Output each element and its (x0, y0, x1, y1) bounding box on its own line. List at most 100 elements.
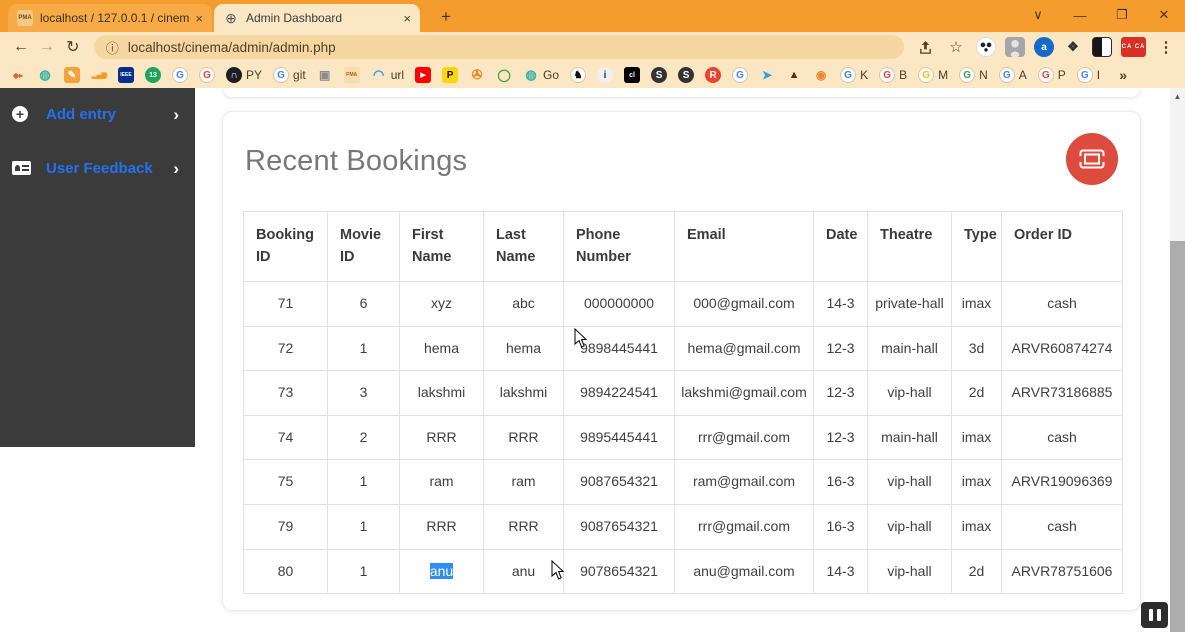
bookmark-badge-13[interactable]: 13 (145, 67, 161, 83)
table-cell: 14-3 (814, 549, 868, 594)
panda-extension-icon[interactable] (976, 37, 996, 57)
id-card-icon (12, 161, 34, 175)
table-body: 716xyzabc000000000000@gmail.com14-3priva… (244, 281, 1123, 593)
tab-close-icon[interactable]: × (195, 11, 203, 26)
bookmark-google[interactable]: GB (879, 67, 907, 83)
bookmark-label: I (1097, 68, 1100, 82)
bookmark-google[interactable]: GN (959, 67, 988, 83)
sidebar-item-add-entry[interactable]: + Add entry › (0, 94, 195, 134)
bookmark-shapes[interactable]: ◆▸ (10, 67, 26, 83)
bookmark-swoosh[interactable]: ◠url (371, 67, 404, 83)
bookmark-duck[interactable]: ♞ (570, 67, 586, 83)
maximize-button[interactable]: ❐ (1101, 0, 1143, 30)
table-cell: RRR (484, 504, 564, 549)
table-cell: RRR (400, 504, 484, 549)
bookmark-google[interactable]: GM (918, 67, 948, 83)
back-button[interactable]: ← (8, 34, 34, 60)
table-cell: 1 (328, 460, 400, 505)
bookmark-cl[interactable]: cl (624, 67, 640, 83)
table-row: 716xyzabc000000000000@gmail.com14-3priva… (244, 281, 1123, 326)
bookmark-r-badge[interactable]: R (705, 67, 721, 83)
plus-circle-icon: + (12, 106, 34, 122)
bookmark-compose[interactable]: ✎ (64, 67, 80, 83)
sidebar-item-user-feedback[interactable]: User Feedback › (0, 148, 195, 188)
bookmark-github[interactable]: ∩PY (226, 67, 262, 83)
avatar-extension-icon[interactable] (1005, 37, 1025, 57)
table-cell: main-hall (868, 326, 952, 371)
bookmark-s-badge[interactable]: S (678, 67, 694, 83)
bookmark-google[interactable]: Ggit (273, 67, 306, 83)
table-cell: 9087654321 (564, 460, 675, 505)
minimize-button[interactable]: — (1059, 0, 1101, 30)
page-title: Recent Bookings (245, 145, 1120, 178)
bookmark-flame[interactable]: ▲ (786, 67, 802, 83)
a-circle-extension-icon[interactable]: a (1034, 37, 1054, 57)
bookmark-swirl[interactable]: ◍Go (523, 67, 559, 83)
bookmark-pma[interactable]: PMA (344, 67, 360, 83)
bookmark-figure[interactable]: i (597, 67, 613, 83)
column-header: Last Name (484, 212, 564, 282)
scrollbar-track[interactable]: ▲ (1170, 88, 1185, 632)
table-cell: vip-hall (868, 460, 952, 505)
bookmark-ring[interactable]: ◯ (496, 67, 512, 83)
google-icon: G (273, 67, 289, 83)
tab-search-chevron-icon[interactable]: ∨ (1017, 0, 1059, 30)
pause-indicator[interactable] (1141, 602, 1168, 628)
close-button[interactable]: ✕ (1143, 0, 1185, 30)
browser-menu-icon[interactable]: ⋮ (1155, 36, 1177, 58)
tab-close-icon[interactable]: × (403, 11, 411, 26)
bookmark-telegram[interactable]: ➤ (759, 67, 775, 83)
bookmark-google[interactable]: GI (1077, 67, 1100, 83)
table-row: 721hemahema9898445441hema@gmail.com12-3m… (244, 326, 1123, 371)
table-cell: 3 (328, 371, 400, 416)
tab-phpmyadmin[interactable]: PMA localhost / 127.0.0.1 / cinema_db × (8, 4, 212, 32)
table-cell: ram (484, 460, 564, 505)
reload-button[interactable]: ↻ (60, 34, 86, 60)
table-header: Booking IDMovie IDFirst NameLast NamePho… (244, 212, 1123, 282)
bookmark-google[interactable]: GA (999, 67, 1027, 83)
bookmark-youtube[interactable]: ▶ (415, 67, 431, 83)
bookmarks-overflow-icon[interactable]: » (1119, 67, 1127, 83)
new-tab-button[interactable]: + (434, 5, 458, 29)
bookmark-star-icon[interactable]: ☆ (945, 36, 967, 58)
tab-admin-dashboard[interactable]: ⊕ Admin Dashboard × (214, 4, 420, 32)
table-cell: hema (400, 326, 484, 371)
table-cell: ram@gmail.com (675, 460, 814, 505)
google-icon: G (1038, 67, 1054, 83)
site-info-icon[interactable]: ⓘ (106, 38, 119, 57)
bw-extension-icon[interactable] (1092, 37, 1112, 57)
google-icon: G (199, 67, 215, 83)
scrollbar-thumb[interactable] (1170, 241, 1185, 632)
bookmark-s-badge[interactable]: S (651, 67, 667, 83)
bookmark-kit[interactable]: ▣ (317, 67, 333, 83)
eye-icon: ◉ (813, 67, 829, 83)
bookmark-analytics[interactable]: ▂▄▆ (91, 67, 107, 83)
address-bar[interactable]: ⓘ localhost/cinema/admin/admin.php (94, 35, 904, 59)
bookmark-label: B (899, 68, 907, 82)
bookmark-eye[interactable]: ◉ (813, 67, 829, 83)
bookmark-p-badge[interactable]: P (442, 67, 458, 83)
bookmark-ieee[interactable]: IEEE (118, 67, 134, 83)
ticket-button[interactable] (1066, 133, 1118, 185)
bookmark-google[interactable]: G (199, 67, 215, 83)
bookmark-swirl[interactable]: ◍ (37, 67, 53, 83)
forward-button[interactable]: → (34, 34, 60, 60)
bookmark-camera[interactable]: ✇ (469, 67, 485, 83)
google-icon: G (1077, 67, 1093, 83)
table-cell: rrr@gmail.com (675, 504, 814, 549)
table-cell: rrr@gmail.com (675, 415, 814, 460)
table-cell: anu (400, 549, 484, 594)
puzzle-extension-icon[interactable]: ❖ (1063, 37, 1083, 57)
bookmark-label: P (1058, 68, 1066, 82)
scroll-up-arrow-icon[interactable]: ▲ (1170, 92, 1185, 101)
bookmark-google[interactable]: G (172, 67, 188, 83)
share-icon[interactable] (914, 36, 936, 58)
bookmark-google[interactable]: GP (1038, 67, 1066, 83)
table-cell: hema@gmail.com (675, 326, 814, 371)
bookmark-google[interactable]: G (732, 67, 748, 83)
page-content: + Add entry › User Feedback › Recent Boo… (0, 88, 1185, 632)
ticket-icon (1079, 149, 1105, 169)
bookmark-google[interactable]: GK (840, 67, 868, 83)
chevron-right-icon: › (173, 106, 179, 123)
cc-extension-icon[interactable]: CA CA (1121, 37, 1146, 57)
